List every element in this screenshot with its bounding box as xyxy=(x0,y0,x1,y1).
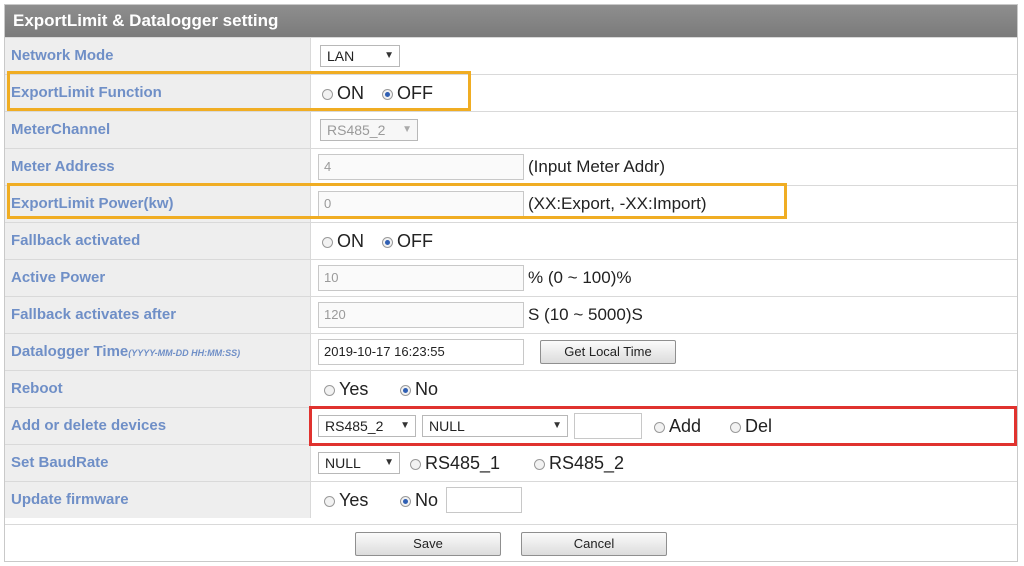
radio-off-icon xyxy=(324,385,335,396)
chevron-down-icon: ▼ xyxy=(384,457,394,468)
chevron-down-icon: ▼ xyxy=(402,124,412,135)
row-meter-address: Meter Address 4 (Input Meter Addr) xyxy=(5,148,1017,185)
exportlimit-power-highlight xyxy=(7,183,787,219)
fallback-after-label: Fallback activates after xyxy=(5,297,311,333)
fallback-after-input[interactable]: 120 xyxy=(318,302,524,328)
reboot-label: Reboot xyxy=(5,371,311,407)
meter-channel-label: MeterChannel xyxy=(5,112,311,148)
meter-address-label: Meter Address xyxy=(5,149,311,185)
set-baudrate-label: Set BaudRate xyxy=(5,445,311,481)
fallback-activated-label: Fallback activated xyxy=(5,223,311,259)
fallback-off-radio[interactable]: OFF xyxy=(382,223,433,259)
panel-title: ExportLimit & Datalogger setting xyxy=(5,5,1017,37)
fallback-on-radio[interactable]: ON xyxy=(322,223,364,259)
add-delete-devices-highlight xyxy=(309,406,1017,446)
save-button[interactable]: Save xyxy=(355,532,501,556)
baudrate-rs485-1-radio[interactable]: RS485_1 xyxy=(410,445,500,481)
row-datalogger-time: Datalogger Time(YYYY-MM-DD HH:MM:SS) 201… xyxy=(5,333,1017,370)
chevron-down-icon: ▼ xyxy=(384,50,394,61)
settings-panel: ExportLimit & Datalogger setting Network… xyxy=(4,4,1018,562)
baudrate-rs485-2-radio[interactable]: RS485_2 xyxy=(534,445,624,481)
radio-off-icon xyxy=(324,496,335,507)
active-power-label: Active Power xyxy=(5,260,311,296)
exportlimit-function-highlight xyxy=(7,71,471,111)
firmware-yes-radio[interactable]: Yes xyxy=(324,482,368,518)
row-reboot: Reboot Yes No xyxy=(5,370,1017,407)
network-mode-select[interactable]: LAN ▼ xyxy=(320,45,400,67)
network-mode-label: Network Mode xyxy=(5,38,311,74)
meter-channel-select[interactable]: RS485_2 ▼ xyxy=(320,119,418,141)
meter-address-input[interactable]: 4 xyxy=(318,154,524,180)
cancel-button[interactable]: Cancel xyxy=(521,532,667,556)
meter-address-hint: (Input Meter Addr) xyxy=(528,157,666,176)
add-delete-devices-label: Add or delete devices xyxy=(5,408,311,444)
datalogger-time-format: (YYYY-MM-DD HH:MM:SS) xyxy=(128,348,241,358)
radio-off-icon xyxy=(322,237,333,248)
reboot-no-radio[interactable]: No xyxy=(400,371,438,407)
active-power-hint: % (0 ~ 100)% xyxy=(528,268,632,287)
radio-off-icon xyxy=(410,459,421,470)
row-network-mode: Network Mode LAN ▼ xyxy=(5,37,1017,74)
active-power-input[interactable]: 10 xyxy=(318,265,524,291)
form-footer: Save Cancel xyxy=(5,524,1017,561)
reboot-yes-radio[interactable]: Yes xyxy=(324,371,368,407)
row-set-baudrate: Set BaudRate NULL ▼ RS485_1 RS485_2 xyxy=(5,444,1017,481)
radio-on-icon xyxy=(400,385,411,396)
row-update-firmware: Update firmware Yes No xyxy=(5,481,1017,518)
firmware-no-radio[interactable]: No xyxy=(400,482,438,518)
row-fallback-after: Fallback activates after 120 S (10 ~ 500… xyxy=(5,296,1017,333)
baudrate-select[interactable]: NULL ▼ xyxy=(318,452,400,474)
update-firmware-label: Update firmware xyxy=(5,482,311,518)
row-meter-channel: MeterChannel RS485_2 ▼ xyxy=(5,111,1017,148)
firmware-file-input[interactable] xyxy=(446,487,522,513)
fallback-after-hint: S (10 ~ 5000)S xyxy=(528,305,643,324)
radio-off-icon xyxy=(534,459,545,470)
get-local-time-button[interactable]: Get Local Time xyxy=(540,340,676,364)
row-active-power: Active Power 10 % (0 ~ 100)% xyxy=(5,259,1017,296)
radio-on-icon xyxy=(382,237,393,248)
datalogger-time-label: Datalogger Time(YYYY-MM-DD HH:MM:SS) xyxy=(5,334,311,370)
row-fallback-activated: Fallback activated ON OFF xyxy=(5,222,1017,259)
datalogger-time-input[interactable]: 2019-10-17 16:23:55 xyxy=(318,339,524,365)
radio-on-icon xyxy=(400,496,411,507)
